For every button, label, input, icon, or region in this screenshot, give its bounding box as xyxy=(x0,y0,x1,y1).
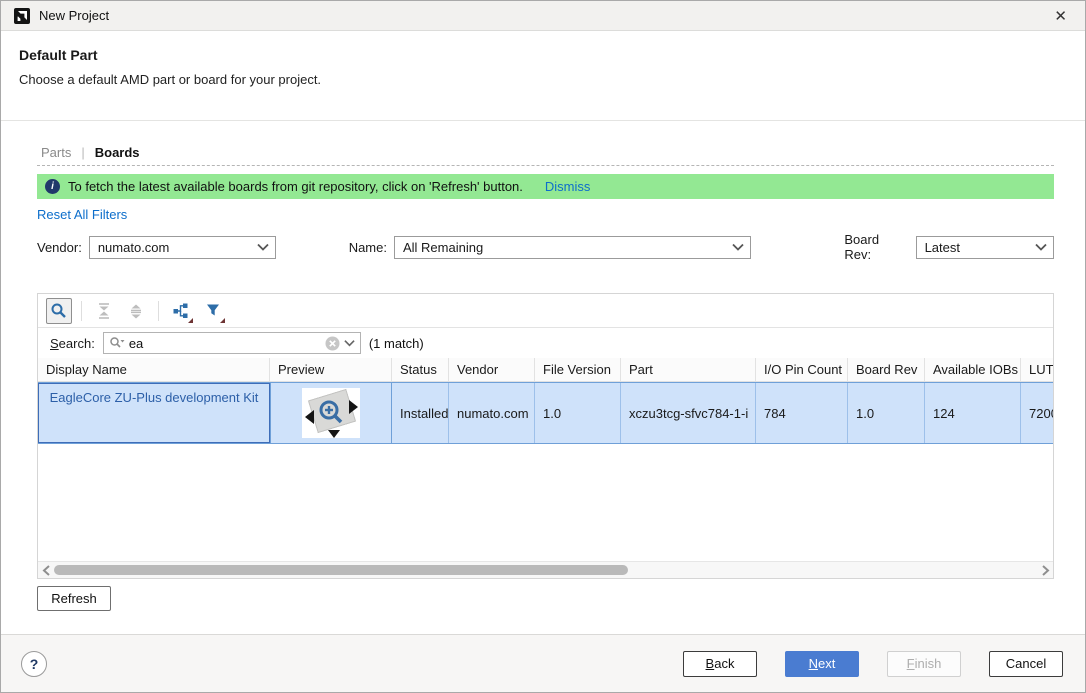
column-header-board-rev[interactable]: Board Rev xyxy=(848,358,925,381)
cell-file-version[interactable]: 1.0 xyxy=(535,383,621,443)
match-count: (1 match) xyxy=(369,336,424,351)
info-banner: i To fetch the latest available boards f… xyxy=(37,174,1054,199)
finish-button[interactable]: Finish xyxy=(887,651,961,677)
vendor-select[interactable]: numato.com xyxy=(89,236,276,259)
board-rev-value: Latest xyxy=(925,240,1035,255)
grid-header-row: Display Name Preview Status Vendor File … xyxy=(38,358,1053,382)
table-row-selected[interactable]: EagleCore ZU-Plus development Kit xyxy=(38,382,1053,444)
dialog-footer: ? Back Next Finish Cancel xyxy=(1,634,1085,692)
column-header-file-version[interactable]: File Version xyxy=(535,358,621,381)
cell-status[interactable]: Installed xyxy=(392,383,449,443)
cell-board-rev[interactable]: 1.0 xyxy=(848,383,925,443)
help-button[interactable]: ? xyxy=(21,651,47,677)
vendor-label: Vendor: xyxy=(37,240,82,255)
tab-parts[interactable]: Parts xyxy=(41,145,71,160)
cell-available-iobs[interactable]: 124 xyxy=(925,383,1021,443)
chevron-down-icon xyxy=(1035,243,1047,251)
window-title: New Project xyxy=(39,8,109,23)
scroll-left-arrow-icon[interactable] xyxy=(39,563,53,577)
board-preview-thumbnail[interactable] xyxy=(302,388,360,438)
board-rev-select[interactable]: Latest xyxy=(916,236,1054,259)
vendor-value: numato.com xyxy=(98,240,257,255)
cell-io-pin-count[interactable]: 784 xyxy=(756,383,848,443)
expand-all-icon xyxy=(127,302,145,320)
dismiss-link[interactable]: Dismiss xyxy=(545,179,591,194)
board-corner xyxy=(305,410,314,424)
filter-button[interactable] xyxy=(200,298,226,324)
column-header-vendor[interactable]: Vendor xyxy=(449,358,535,381)
boards-grid: Display Name Preview Status Vendor File … xyxy=(38,358,1053,578)
scroll-right-arrow-icon[interactable] xyxy=(1038,563,1052,577)
toolbar-separator xyxy=(158,301,159,321)
zoom-magnifier-icon xyxy=(316,398,346,428)
cell-vendor[interactable]: numato.com xyxy=(449,383,535,443)
column-header-io-pin-count[interactable]: I/O Pin Count xyxy=(756,358,848,381)
wizard-buttons: Back Next Finish Cancel xyxy=(683,651,1063,677)
column-header-display-name[interactable]: Display Name xyxy=(38,358,270,381)
page-title: Default Part xyxy=(19,47,1067,63)
search-toggle-button[interactable] xyxy=(46,298,72,324)
dropdown-corner-triangle xyxy=(188,318,193,323)
column-header-status[interactable]: Status xyxy=(392,358,449,381)
search-label: Search: xyxy=(50,336,95,351)
cell-lut[interactable]: 7200 xyxy=(1021,383,1053,443)
name-select[interactable]: All Remaining xyxy=(394,236,751,259)
scrollbar-thumb[interactable] xyxy=(54,565,628,575)
wizard-header: Default Part Choose a default AMD part o… xyxy=(1,31,1085,121)
chevron-down-icon xyxy=(732,243,744,251)
next-button[interactable]: Next xyxy=(785,651,859,677)
board-corner xyxy=(328,430,340,438)
collapse-all-button[interactable] xyxy=(91,298,117,324)
boards-table-panel: Search: (1 match) xyxy=(37,293,1054,579)
board-corner xyxy=(349,400,358,414)
toolbar-separator xyxy=(81,301,82,321)
close-icon[interactable]: ✕ xyxy=(1048,7,1073,25)
parts-boards-tabs: Parts | Boards xyxy=(37,143,1054,161)
tab-separator: | xyxy=(81,145,84,160)
column-header-part[interactable]: Part xyxy=(621,358,756,381)
group-by-button[interactable] xyxy=(168,298,194,324)
dialog-body: Parts | Boards i To fetch the latest ava… xyxy=(1,121,1085,634)
name-value: All Remaining xyxy=(403,240,732,255)
tab-boards[interactable]: Boards xyxy=(95,145,140,160)
search-input[interactable] xyxy=(129,336,321,351)
search-combo[interactable] xyxy=(103,332,361,354)
name-label: Name: xyxy=(349,240,387,255)
cancel-button[interactable]: Cancel xyxy=(989,651,1063,677)
dashed-divider xyxy=(37,165,1054,166)
column-header-lut[interactable]: LUT xyxy=(1021,358,1053,381)
amd-vivado-logo-icon xyxy=(13,7,31,25)
refresh-button[interactable]: Refresh xyxy=(37,586,111,611)
horizontal-scrollbar[interactable] xyxy=(38,561,1053,578)
back-button[interactable]: Back xyxy=(683,651,757,677)
cell-part[interactable]: xczu3tcg-sfvc784-1-i xyxy=(621,383,756,443)
search-options-icon xyxy=(109,336,125,350)
page-subtitle: Choose a default AMD part or board for y… xyxy=(19,72,1067,87)
search-row: Search: (1 match) xyxy=(38,328,1053,358)
dropdown-corner-triangle xyxy=(220,318,225,323)
grid-empty-area xyxy=(38,444,1053,561)
table-toolbar xyxy=(38,294,1053,328)
board-rev-label: Board Rev: xyxy=(844,232,908,262)
reset-all-filters-link[interactable]: Reset All Filters xyxy=(37,207,127,223)
info-icon: i xyxy=(45,179,60,194)
cell-preview[interactable] xyxy=(270,383,392,443)
chevron-down-icon xyxy=(257,243,269,251)
filter-row: Vendor: numato.com Name: All Remaining B… xyxy=(37,235,1054,259)
new-project-dialog: New Project ✕ Default Part Choose a defa… xyxy=(0,0,1086,693)
column-header-available-iobs[interactable]: Available IOBs xyxy=(925,358,1021,381)
expand-all-button[interactable] xyxy=(123,298,149,324)
banner-text: To fetch the latest available boards fro… xyxy=(68,179,523,194)
title-bar: New Project ✕ xyxy=(1,1,1085,31)
clear-search-icon[interactable] xyxy=(325,336,340,351)
column-header-preview[interactable]: Preview xyxy=(270,358,392,381)
cell-display-name[interactable]: EagleCore ZU-Plus development Kit xyxy=(38,383,270,443)
search-history-chevron-icon[interactable] xyxy=(344,339,355,347)
collapse-all-icon xyxy=(95,302,113,320)
search-icon xyxy=(50,302,68,320)
